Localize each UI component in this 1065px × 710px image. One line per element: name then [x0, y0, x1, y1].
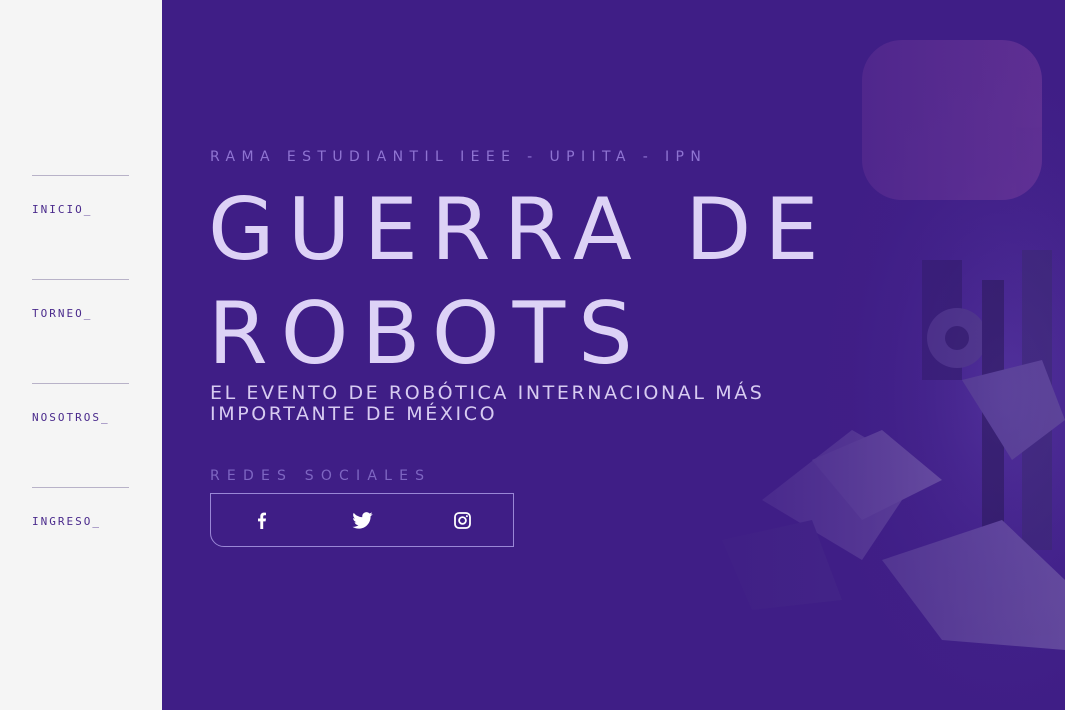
nav-item-label: INGRESO_ [32, 515, 101, 528]
hero-section: RAMA ESTUDIANTIL IEEE - UPIITA - IPN GUE… [162, 0, 1065, 710]
nav-item-label: INICIO_ [32, 203, 93, 216]
hero-title: GUERRA DE ROBOTS [208, 178, 848, 386]
hero-kicker: RAMA ESTUDIANTIL IEEE - UPIITA - IPN [210, 149, 708, 165]
twitter-icon [351, 511, 373, 529]
instagram-icon [454, 511, 472, 529]
hero-title-line1: GUERRA DE [208, 180, 832, 280]
nav-item-nosotros[interactable]: NOSOTROS_ [32, 383, 129, 466]
nav-item-label: NOSOTROS_ [32, 411, 110, 424]
sidebar-nav: INICIO_ TORNEO_ NOSOTROS_ INGRESO_ [0, 0, 162, 710]
facebook-link[interactable] [211, 494, 312, 546]
nav-item-ingreso[interactable]: INGRESO_ [32, 487, 129, 570]
twitter-link[interactable] [312, 494, 413, 546]
hero-title-line2: ROBOTS [208, 284, 646, 384]
page: INICIO_ TORNEO_ NOSOTROS_ INGRESO_ RAMA … [0, 0, 1065, 710]
nav-item-label: TORNEO_ [32, 307, 93, 320]
social-label: REDES SOCIALES [210, 468, 432, 484]
facebook-icon [257, 512, 266, 529]
social-links [210, 493, 514, 547]
nav-item-inicio[interactable]: INICIO_ [32, 175, 129, 258]
hero-subtitle: EL EVENTO DE ROBÓTICA INTERNACIONAL MÁS … [210, 382, 765, 425]
instagram-link[interactable] [412, 494, 513, 546]
nav-item-torneo[interactable]: TORNEO_ [32, 279, 129, 362]
